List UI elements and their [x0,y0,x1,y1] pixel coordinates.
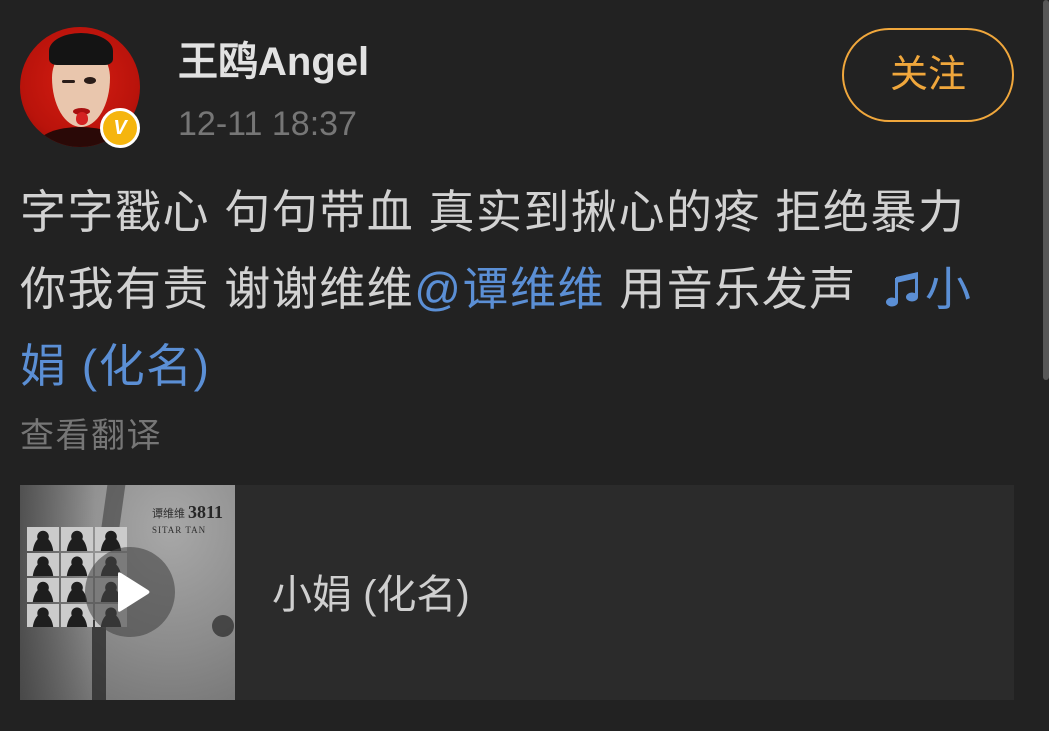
cover-shadow [212,615,234,637]
post-timestamp[interactable]: 12-11 18:37 [178,104,357,144]
cover-artist: 谭维维 [152,507,185,520]
cover-portrait [27,578,59,602]
cover-artist-en: SITAR TAN [152,525,207,535]
verified-badge-icon: V [100,108,140,148]
author-name[interactable]: 王鸥Angel [178,38,369,86]
verified-badge-letter: V [113,117,127,139]
music-note-icon [886,272,919,307]
follow-button[interactable]: 关注 [842,28,1014,122]
scrollbar[interactable] [1043,0,1049,380]
post-text-segment: 用音乐发声 [604,263,872,315]
cover-album: 3811 [188,502,224,522]
mention-link[interactable]: @谭维维 [414,263,605,315]
translate-link[interactable]: 查看翻译 [20,416,162,456]
music-card-title[interactable]: 小娟 (化名) [272,571,470,619]
avatar-eye-right [84,77,96,84]
avatar-lip-accent [76,112,88,125]
music-card[interactable]: 谭维维 3811 SITAR TAN 小娟 (化名) [20,485,1014,700]
cover-portrait [27,552,59,576]
post-text: 字字戳心 句句带血 真实到揪心的疼 拒绝暴力 你我有责 谢谢维维@谭维维 用音乐… [20,174,995,405]
avatar-eye-left [62,80,75,83]
cover-portrait [27,603,59,627]
avatar-hair [49,33,113,65]
album-cover[interactable]: 谭维维 3811 SITAR TAN [20,485,235,700]
cover-shadow [100,485,126,533]
play-icon [118,572,150,612]
play-button[interactable] [85,547,175,637]
cover-portrait [27,527,59,551]
